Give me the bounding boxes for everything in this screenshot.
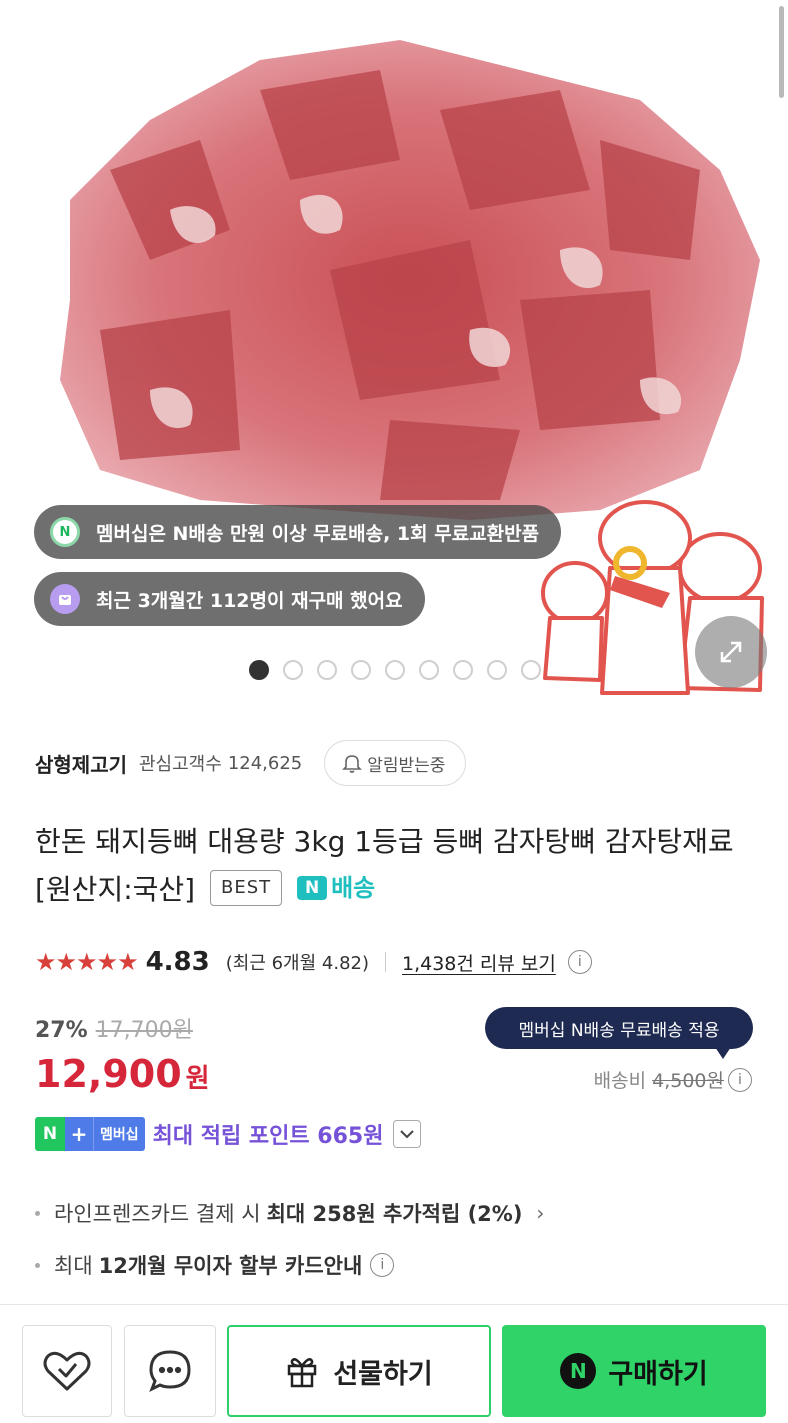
card-benefit-item[interactable]: 라인프렌즈카드 결제 시 최대 258원 추가적립 (2%) › (35, 1193, 544, 1233)
info-icon[interactable]: i (728, 1067, 752, 1092)
best-badge: BEST (210, 870, 283, 906)
membership-benefit-text: 멤버십은 N배송 만원 이상 무료배송, 1회 무료교환반품 (96, 522, 540, 545)
rating-row: ★★★★★ 4.83 (최근 6개월 4.82) 1,438건 리뷰 보기 i (35, 944, 592, 980)
repurchase-text: 최근 3개월간 112명이 재구매 했어요 (96, 589, 403, 612)
shopping-bag-icon (50, 584, 80, 614)
sale-price: 12,900 원 (35, 1052, 210, 1096)
n-delivery-label: 배송 (331, 874, 376, 902)
carousel-dot[interactable] (521, 660, 541, 680)
product-title: 한돈 돼지등뼈 대용량 3kg 1등급 등뼈 감자탕뼈 감자탕재료 [원산지:국… (35, 825, 734, 906)
expand-icon (720, 641, 742, 663)
naver-pay-icon: N (560, 1353, 597, 1389)
discount-rate: 27% (35, 1018, 88, 1043)
chat-bubble-icon (149, 1350, 191, 1393)
n-delivery-truck-icon: N (297, 876, 328, 900)
talktalk-button[interactable] (124, 1325, 216, 1417)
rating-value: 4.83 (145, 947, 210, 977)
bullet (35, 1210, 40, 1216)
buy-label: 구매하기 (608, 1358, 708, 1390)
notification-button[interactable]: 알림받는중 (324, 740, 467, 786)
sale-price-unit: 원 (185, 1064, 210, 1094)
original-price: 17,700원 (95, 1018, 193, 1043)
membership-benefit-banner: N 멤버십은 N배송 만원 이상 무료배송, 1회 무료교환반품 (34, 505, 562, 559)
bottom-action-bar: 선물하기 N 구매하기 (0, 1304, 788, 1423)
chevron-right-icon: › (536, 1201, 545, 1225)
fans-count: 124,625 (227, 752, 303, 774)
sale-price-number: 12,900 (35, 1052, 182, 1096)
carousel-dot[interactable] (283, 660, 303, 680)
n-delivery-badge: N 배송 (297, 864, 375, 912)
store-info: 삼형제고기 관심고객수 124,625 알림받는중 (35, 740, 467, 786)
gift-button[interactable]: 선물하기 (227, 1325, 491, 1417)
shipping-fee: 4,500원 (652, 1070, 724, 1092)
notification-label: 알림받는중 (367, 755, 446, 776)
n-logo-icon: N (35, 1117, 65, 1151)
heart-check-icon (43, 1351, 91, 1391)
points-row: N + 멤버십 최대 적립 포인트 665원 (35, 1117, 422, 1151)
installment-item[interactable]: 최대 12개월 무이자 할부 카드안내 i (35, 1245, 544, 1285)
benefits-list: 라인프렌즈카드 결제 시 최대 258원 추가적립 (2%) › 최대 12개월… (35, 1193, 544, 1297)
carousel-indicator (249, 660, 541, 680)
card-benefit-amount: 최대 258원 추가적립 (2%) (266, 1202, 523, 1226)
chevron-down-icon (400, 1130, 415, 1139)
gift-label: 선물하기 (333, 1358, 433, 1390)
installment-text: 12개월 무이자 할부 카드안내 (98, 1254, 363, 1278)
shipping-label: 배송비 (593, 1070, 647, 1092)
carousel-dot[interactable] (419, 660, 439, 680)
installment-prefix: 최대 (54, 1254, 93, 1278)
carousel-dot[interactable] (385, 660, 405, 680)
naver-membership-icon: N (50, 517, 80, 547)
review-link[interactable]: 1,438건 리뷰 보기 (402, 949, 556, 976)
buy-button[interactable]: N 구매하기 (502, 1325, 766, 1417)
discount-row: 27% 17,700원 (35, 1012, 193, 1044)
wishlist-button[interactable] (22, 1325, 112, 1417)
membership-label: 멤버십 (93, 1117, 145, 1151)
shipping-fee-row: 배송비 4,500원 i (594, 1066, 752, 1093)
store-name[interactable]: 삼형제고기 (35, 749, 127, 778)
repurchase-banner: 최근 3개월간 112명이 재구매 했어요 (34, 572, 425, 626)
carousel-dot[interactable] (453, 660, 473, 680)
naver-plus-membership-badge: N + 멤버십 (35, 1117, 145, 1151)
plus-icon: + (65, 1117, 93, 1151)
carousel-dot[interactable] (249, 660, 269, 680)
divider (385, 952, 386, 972)
info-icon[interactable]: i (567, 950, 592, 974)
star-rating-icon: ★★★★★ (35, 948, 139, 976)
card-benefit-prefix: 라인프렌즈카드 결제 시 (54, 1202, 261, 1226)
recent-rating: (최근 6개월 4.82) (225, 953, 369, 974)
carousel-dot[interactable] (317, 660, 337, 680)
points-expand-button[interactable] (393, 1120, 422, 1148)
fans-label: 관심고객수 (139, 754, 222, 775)
expand-image-button[interactable] (695, 616, 767, 688)
product-title-block: 한돈 돼지등뼈 대용량 3kg 1등급 등뼈 감자탕뼈 감자탕재료 [원산지:국… (35, 818, 755, 915)
carousel-dot[interactable] (487, 660, 507, 680)
product-page: N 멤버십은 N배송 만원 이상 무료배송, 1회 무료교환반품 최근 3개월간… (0, 0, 788, 1423)
scrollbar[interactable] (779, 6, 784, 98)
product-image-carousel[interactable]: N 멤버십은 N배송 만원 이상 무료배송, 1회 무료교환반품 최근 3개월간… (0, 0, 788, 705)
carousel-dot[interactable] (351, 660, 371, 680)
free-shipping-tooltip: 멤버십 N배송 무료배송 적용 (485, 1007, 753, 1059)
info-icon[interactable]: i (370, 1253, 395, 1277)
gift-icon (288, 1358, 317, 1388)
bullet (35, 1262, 40, 1268)
max-points-text: 최대 적립 포인트 665원 (152, 1124, 384, 1149)
bell-icon (342, 755, 363, 773)
